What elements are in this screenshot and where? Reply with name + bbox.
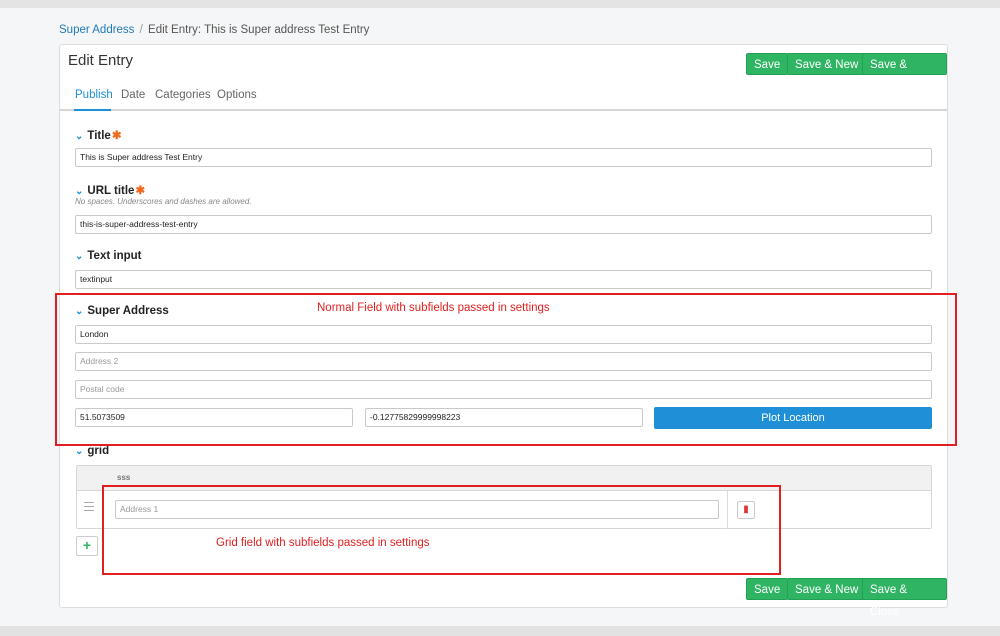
tab-date[interactable]: Date [121, 89, 145, 101]
breadcrumb-current: Edit Entry: This is Super address Test E… [148, 24, 370, 36]
save-button-top[interactable]: Save [746, 53, 789, 75]
url-title-input[interactable]: this-is-super-address-test-entry [75, 215, 932, 234]
add-row-button[interactable]: + [76, 536, 98, 556]
required-icon: ✱ [111, 130, 122, 142]
page-title: Edit Entry [68, 52, 134, 69]
url-title-field-label[interactable]: ⌄ URL title✱ [75, 183, 145, 197]
save-button-bottom[interactable]: Save [746, 578, 789, 600]
chevron-down-icon: ⌄ [75, 131, 84, 142]
save-close-button-bottom[interactable]: Save & Close [862, 578, 947, 618]
save-new-button-bottom[interactable]: Save & New [787, 578, 867, 600]
chevron-down-icon: ⌄ [75, 186, 84, 197]
save-new-button-top[interactable]: Save & New [787, 53, 867, 75]
bottom-bar [0, 626, 1000, 636]
title-input[interactable]: This is Super address Test Entry [75, 148, 932, 167]
drag-handle-icon[interactable] [84, 502, 94, 511]
tab-divider [60, 109, 947, 111]
annotation-normal-text: Normal Field with subfields passed in se… [317, 302, 550, 314]
save-close-button-top[interactable]: Save & Close [862, 53, 947, 93]
annotation-box-grid [102, 485, 781, 575]
tab-categories[interactable]: Categories [155, 89, 211, 101]
grid-column-header: sss [117, 473, 131, 482]
tab-options[interactable]: Options [217, 89, 257, 101]
title-field-label[interactable]: ⌄ Title✱ [75, 128, 121, 142]
tab-publish[interactable]: Publish [75, 89, 113, 101]
required-icon: ✱ [135, 185, 146, 197]
top-bar [0, 0, 1000, 8]
breadcrumb-parent-link[interactable]: Super Address [59, 24, 134, 36]
grid-field-label[interactable]: ⌄ grid [75, 445, 109, 457]
text-input-field[interactable]: textinput [75, 270, 932, 289]
breadcrumb: Super Address / Edit Entry: This is Supe… [59, 24, 369, 36]
chevron-down-icon: ⌄ [75, 446, 84, 457]
url-title-hint: No spaces. Underscores and dashes are al… [75, 197, 252, 206]
tab-active-indicator [74, 109, 111, 111]
annotation-grid-text: Grid field with subfields passed in sett… [216, 537, 430, 549]
chevron-down-icon: ⌄ [75, 251, 84, 262]
text-input-field-label[interactable]: ⌄ Text input [75, 250, 141, 262]
breadcrumb-separator: / [139, 24, 143, 36]
annotation-box-normal [55, 293, 957, 446]
